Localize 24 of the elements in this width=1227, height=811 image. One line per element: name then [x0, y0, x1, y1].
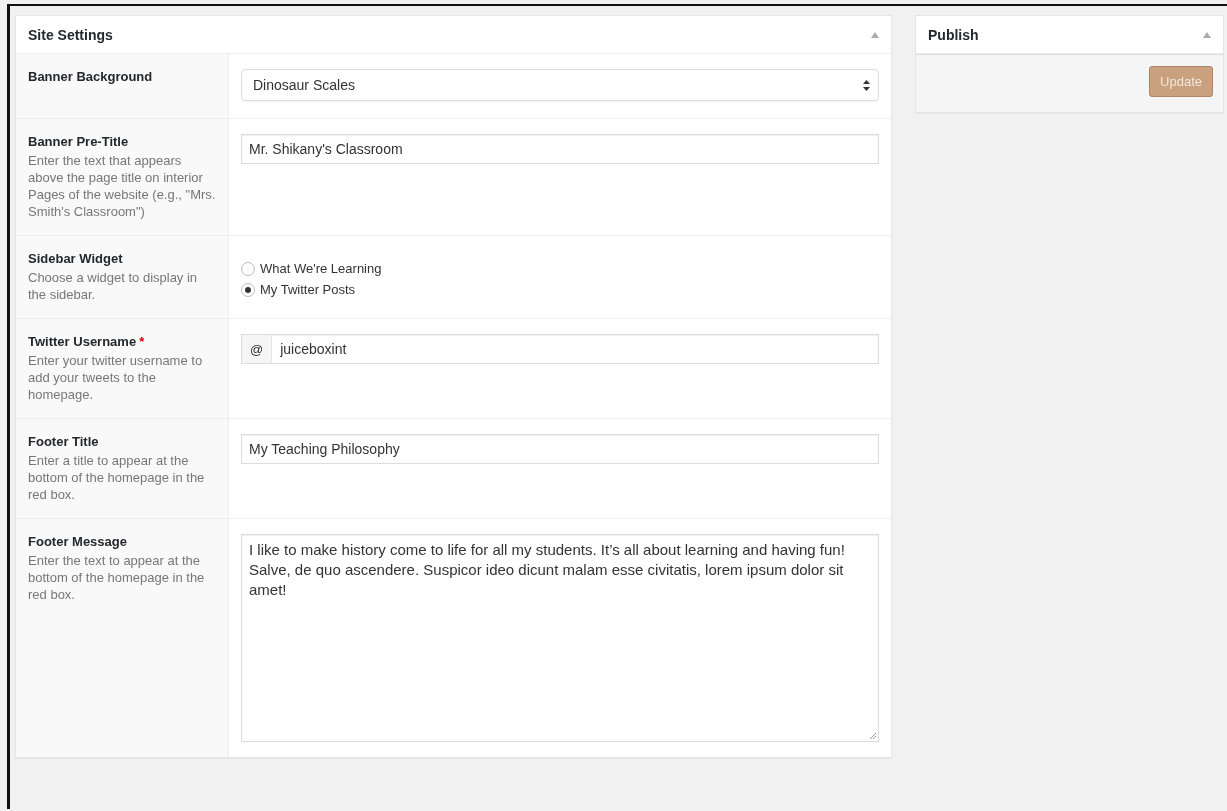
- panel-title: Publish: [928, 26, 979, 43]
- text-field[interactable]: Mr. Shikany's Classroom: [241, 134, 879, 164]
- panel-title: Site Settings: [28, 26, 113, 43]
- updown-icon: [863, 79, 870, 91]
- field-description: Enter the text to appear at the bottom of the homepage in the red box.: [28, 552, 206, 603]
- radio-option[interactable]: What We're Learning: [241, 261, 879, 276]
- field-description: Enter a title to appear at the bottom of the homepage in the red box.: [28, 452, 206, 503]
- field-label: Sidebar Widget: [28, 251, 124, 266]
- radio-option[interactable]: My Twitter Posts: [241, 282, 879, 297]
- field-label: Footer Title: [28, 434, 100, 449]
- field-label: Twitter Username *: [28, 334, 146, 349]
- field-label: Banner Background: [28, 69, 154, 84]
- message-field[interactable]: I like to make history come to life for all my students. It’s all about learning and having fun! Salve, de quo ascendere. Suspicor ideo dicunt malam esse civitatis, lorem ipsum dolor sit amet!: [241, 534, 879, 742]
- text-field[interactable]: My Teaching Philosophy: [241, 434, 879, 464]
- resize-grip-icon[interactable]: [869, 732, 876, 739]
- username-field[interactable]: @ juiceboxint: [241, 334, 879, 364]
- field-description: Choose a widget to display in the sidebar.: [28, 269, 199, 303]
- field-description: Enter the text that appears above the page title on interior Pages of the website (e.g., "Mrs. Smith's Classroom"): [28, 152, 216, 220]
- collapse-icon[interactable]: [1203, 31, 1211, 38]
- field-description: Enter your twitter username to add your tweets to the homepage.: [28, 352, 204, 403]
- collapse-icon[interactable]: [871, 31, 879, 38]
- select-field[interactable]: Dinosaur Scales: [241, 69, 879, 101]
- field-label: Footer Message: [28, 534, 128, 549]
- field-label: Banner Pre-Title: [28, 134, 130, 149]
